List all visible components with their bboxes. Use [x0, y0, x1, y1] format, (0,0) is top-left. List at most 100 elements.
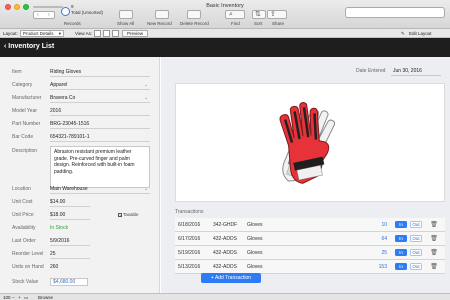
transactions-label: Transactions [175, 209, 204, 215]
date-entered-field[interactable]: Jun 30, 2016 [393, 68, 422, 74]
trash-icon[interactable]: 🗑 [430, 221, 438, 229]
table-row[interactable]: 6/17/2016 432-ADDS Gloves 64 In Out 🗑 [175, 232, 445, 246]
view-as-label: View As: [75, 31, 93, 36]
preview-button[interactable]: Preview [122, 30, 148, 37]
part-number-underline [50, 128, 150, 129]
chevron-down-icon[interactable]: ⌄ [144, 82, 148, 88]
availability-label: Availability [12, 225, 36, 231]
transaction-item: Gloves [247, 222, 263, 228]
item-underline [50, 76, 150, 77]
status-bar: 100 − + ▭ Browse [0, 293, 450, 300]
in-button[interactable]: In [395, 263, 407, 270]
unit-cost-field[interactable]: $14.00 [50, 199, 65, 205]
zoom-in-icon[interactable]: + [18, 295, 21, 300]
out-button[interactable]: Out [410, 263, 422, 270]
model-year-underline [50, 115, 150, 116]
in-button[interactable]: In [395, 235, 407, 242]
delete-record-button[interactable] [187, 10, 201, 19]
out-button[interactable]: Out [410, 221, 422, 228]
list-view-button[interactable] [103, 30, 110, 37]
records-label: Records [64, 21, 81, 26]
back-label: Inventory List [8, 43, 55, 50]
table-row[interactable]: 5/13/2016 432-ADDS Gloves 153 In Out 🗑 [175, 260, 445, 274]
status-toggle-icon[interactable]: ▭ [24, 295, 28, 300]
chevron-down-icon[interactable]: ⌄ [144, 95, 148, 101]
last-order-underline [50, 245, 90, 246]
trash-icon[interactable]: 🗑 [430, 235, 438, 243]
manufacturer-label: Manufacturer [12, 95, 42, 101]
sort-label: Sort [254, 21, 263, 26]
detail-panel: Item Riding Gloves Category Apparel ⌄ Ma… [0, 57, 160, 293]
reorder-level-field[interactable]: 25 [50, 251, 56, 257]
record-navigation[interactable]: ‹ › [33, 11, 55, 19]
layout-select[interactable]: Product Details ▾ [20, 30, 64, 37]
transaction-code: 432-ADDS [213, 264, 237, 270]
next-record-icon[interactable]: › [48, 12, 50, 18]
record-total-label: Total (Unsorted) [71, 10, 104, 15]
units-on-hand-label: Units on Hand [12, 264, 44, 270]
add-transaction-button[interactable]: + Add Transaction [201, 273, 261, 283]
new-record-button[interactable] [155, 10, 169, 19]
unit-price-field[interactable]: $18.00 [50, 212, 65, 218]
bar-code-underline [50, 141, 150, 142]
show-all-button[interactable] [119, 10, 133, 19]
share-label: Share [272, 21, 285, 26]
quick-find-search-field[interactable] [345, 7, 445, 18]
transaction-item: Gloves [247, 264, 263, 270]
description-label: Description [12, 148, 38, 154]
zoom-out-icon[interactable]: − [12, 295, 15, 300]
category-underline [50, 89, 150, 90]
form-view-button[interactable] [94, 30, 101, 37]
part-number-field[interactable]: BRG-23045-1516 [50, 121, 89, 127]
product-image-container[interactable] [175, 83, 445, 202]
checkmark-icon: ✓ [118, 212, 123, 218]
out-button[interactable]: Out [410, 249, 422, 256]
in-button[interactable]: In [395, 221, 407, 228]
in-button[interactable]: In [395, 249, 407, 256]
bar-code-field[interactable]: 654321-789101-1 [50, 134, 89, 140]
transaction-quantity: 64 [381, 236, 387, 242]
transaction-item: Gloves [247, 236, 263, 242]
chevron-down-icon: ▾ [58, 31, 61, 36]
last-order-field[interactable]: 5/9/2016 [50, 238, 69, 244]
manufacturer-field[interactable]: Bravera Co [50, 95, 75, 101]
find-label: Find [231, 21, 240, 26]
taxable-label: Taxable [123, 212, 139, 217]
back-to-inventory-list-button[interactable]: ‹ Inventory List [4, 43, 54, 50]
previous-record-icon[interactable]: ‹ [37, 12, 39, 18]
manufacturer-underline [50, 102, 150, 103]
show-all-label: Show All [117, 21, 135, 26]
category-label: Category [12, 82, 33, 88]
table-view-button[interactable] [112, 30, 119, 37]
share-icon: ⇪ [270, 11, 276, 18]
description-textarea[interactable]: Abrasion resistant premium leather grade… [50, 146, 150, 188]
item-label: Item [12, 69, 22, 75]
unit-cost-label: Unit Cost [12, 199, 33, 205]
model-year-field[interactable]: 2016 [50, 108, 61, 114]
find-button[interactable] [225, 10, 245, 19]
table-row[interactable]: 5/19/2016 432-ADDS Gloves 25 In Out 🗑 [175, 246, 445, 260]
trash-icon[interactable]: 🗑 [430, 249, 438, 257]
taxable-checkbox[interactable]: ✓Taxable [118, 212, 139, 217]
zoom-level[interactable]: 100 [3, 295, 11, 300]
riding-gloves-image [279, 101, 336, 184]
mode-select[interactable]: Browse [38, 295, 53, 300]
location-field[interactable]: Main Warehouse [50, 186, 88, 192]
item-field[interactable]: Riding Gloves [50, 69, 81, 75]
reorder-level-underline [50, 258, 90, 259]
record-count: 9 [71, 4, 74, 9]
out-button[interactable]: Out [410, 235, 422, 242]
record-pie-chart-icon [61, 7, 70, 16]
stock-value-field: $4,680.00 [50, 278, 88, 286]
transaction-code: 432-ADDS [213, 250, 237, 256]
window-toolbar: Basic Inventory ‹ › 9 Total (Unsorted) R… [0, 0, 450, 29]
reorder-level-label: Reorder Level [12, 251, 44, 257]
trash-icon[interactable]: 🗑 [430, 263, 438, 271]
new-record-label: New Record [147, 21, 172, 26]
chevron-down-icon[interactable]: ⌄ [144, 186, 148, 192]
category-field[interactable]: Apparel [50, 82, 67, 88]
record-slider[interactable] [33, 6, 63, 8]
layout-bar: Layout: Product Details ▾ View As: Previ… [0, 29, 450, 38]
edit-layout-button[interactable]: Edit Layout [409, 31, 432, 36]
table-row[interactable]: 6/18/2016 342-GHDF Gloves 10 In Out 🗑 [175, 218, 445, 232]
